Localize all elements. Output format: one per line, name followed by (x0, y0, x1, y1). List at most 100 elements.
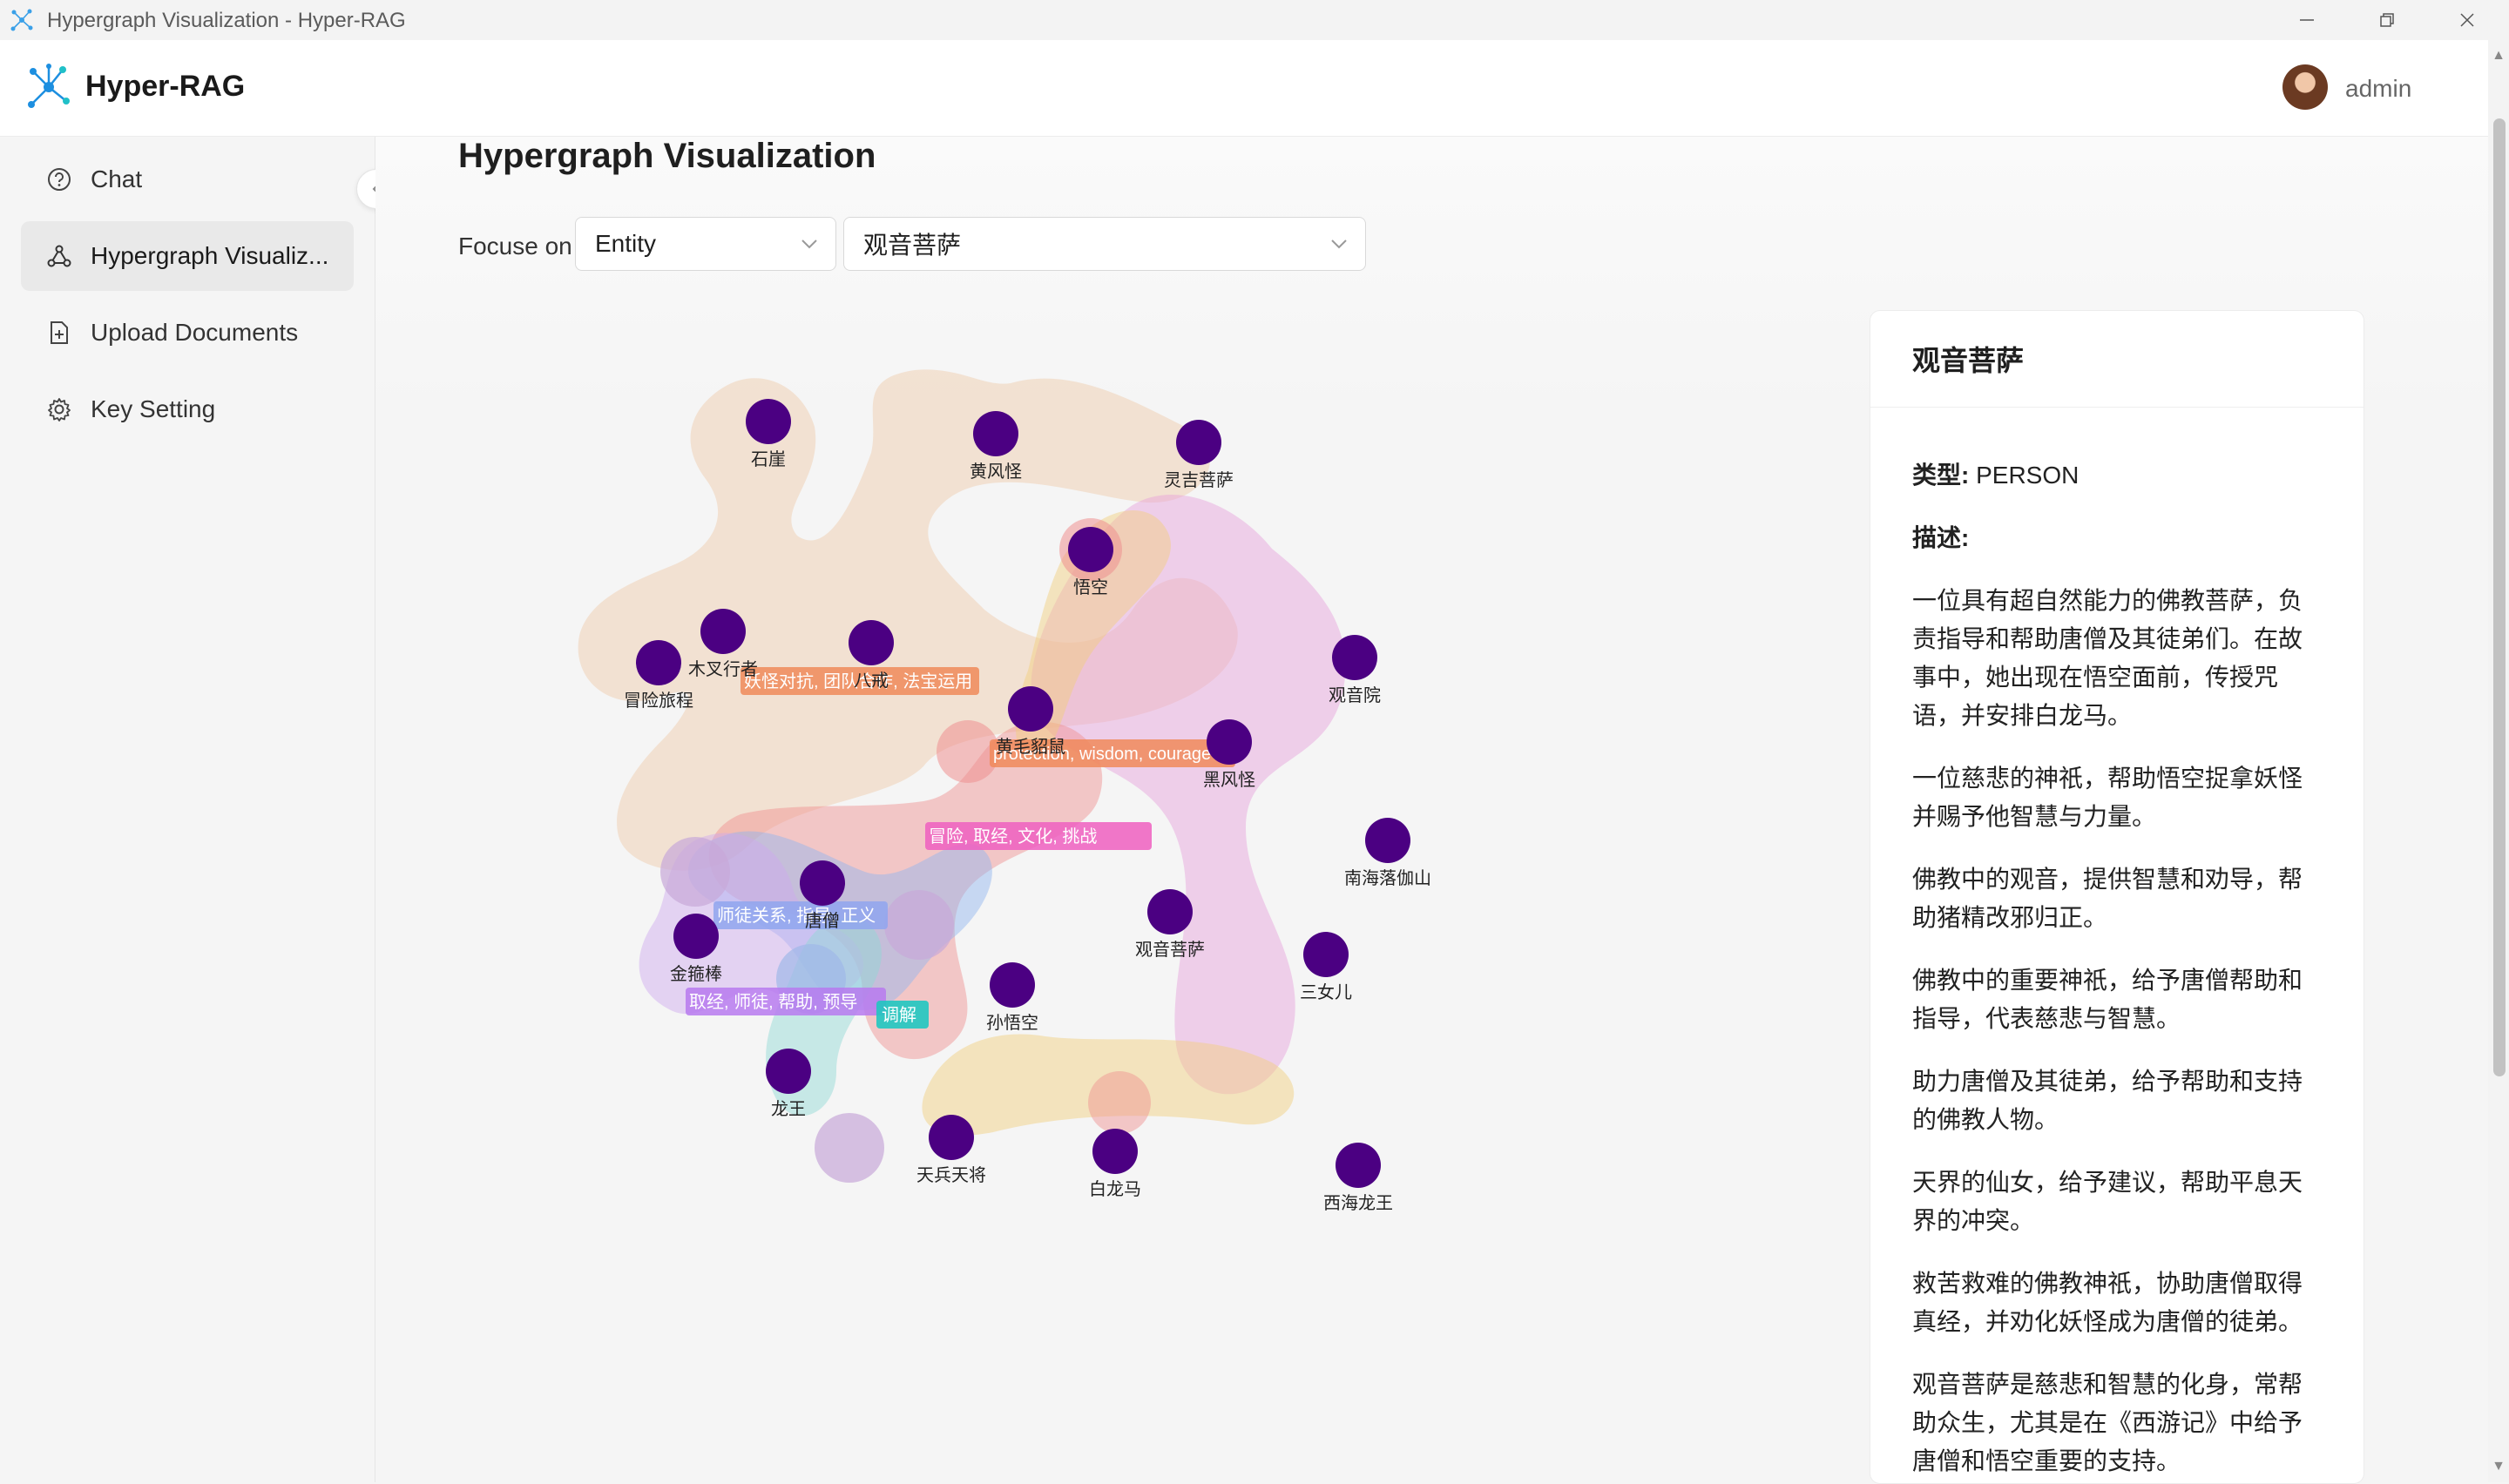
sidebar-item-label: Chat (91, 165, 143, 192)
node-circle[interactable] (700, 609, 746, 654)
graph-node[interactable]: 黄风怪 (970, 411, 1022, 482)
logo-icon (28, 64, 70, 108)
chevron-down-icon (801, 239, 817, 249)
node-label: 孙悟空 (986, 1013, 1038, 1033)
graph-node[interactable]: 八戒 (849, 620, 894, 691)
node-circle[interactable] (1176, 420, 1221, 465)
scroll-up-icon[interactable]: ▲ (2492, 49, 2506, 63)
gear-icon (45, 395, 73, 423)
username[interactable]: admin (2345, 75, 2411, 103)
edge-label: 调解 (882, 1005, 916, 1025)
node-circle[interactable] (1147, 889, 1193, 934)
vertical-scrollbar[interactable]: ▲ ▼ (2488, 40, 2509, 1482)
node-label: 白龙马 (1089, 1179, 1141, 1199)
hypergraph-canvas[interactable]: 妖怪对抗, 团队合作, 法宝运用 protection, wisdom, cou… (575, 348, 2056, 1420)
node-circle[interactable] (1303, 932, 1349, 977)
graph-node[interactable]: 唐僧 (800, 860, 845, 931)
node-label: 石崖 (751, 449, 786, 469)
entity-select[interactable]: 观音菩萨 (843, 217, 1366, 271)
node-circle[interactable] (673, 914, 719, 959)
node-label: 金箍棒 (670, 964, 722, 984)
node-circle[interactable] (1068, 527, 1113, 572)
sidebar-item-key-setting[interactable]: Key Setting (21, 374, 354, 444)
node-label: 黑风怪 (1203, 770, 1255, 790)
node-label: 悟空 (1073, 577, 1108, 597)
sidebar-item-label: Key Setting (91, 395, 216, 422)
node-label: 观音菩萨 (1135, 940, 1205, 960)
avatar[interactable] (2282, 64, 2328, 110)
graph-node[interactable]: 观音院 (1329, 635, 1381, 705)
restore-button[interactable] (2347, 0, 2427, 40)
type-value: PERSON (1976, 462, 2080, 489)
sidebar-item-upload-documents[interactable]: Upload Documents (21, 298, 354, 368)
graph-node[interactable]: 白龙马 (1089, 1129, 1141, 1199)
node-circle[interactable] (636, 640, 681, 685)
scrollbar-thumb[interactable] (2493, 118, 2506, 1076)
node-label: 三女儿 (1300, 982, 1352, 1002)
entity-select-value: 观音菩萨 (863, 232, 962, 259)
scroll-down-icon[interactable]: ▼ (2492, 1460, 2506, 1474)
node-circle[interactable] (1008, 686, 1053, 732)
node-circle[interactable] (766, 1049, 811, 1094)
sidebar-item-chat[interactable]: Chat (21, 145, 354, 214)
window-titlebar: Hypergraph Visualization - Hyper-RAG (0, 0, 2509, 40)
node-label: 唐僧 (805, 911, 840, 931)
app-icon (10, 9, 33, 31)
node-circle[interactable] (1207, 719, 1252, 765)
restore-icon (2380, 13, 2394, 27)
brand-name: Hyper-RAG (85, 70, 246, 103)
close-icon (2460, 13, 2474, 27)
graph-node[interactable]: 金箍棒 (670, 914, 722, 984)
node-label: 观音院 (1329, 685, 1381, 705)
node-circle[interactable] (929, 1115, 974, 1160)
description-paragraph: 天界的仙女，给予建议，帮助平息天界的冲突。 (1912, 1169, 2303, 1234)
description-paragraph: 佛教中的重要神祇，给予唐僧帮助和指导，代表慈悲与智慧。 (1912, 967, 2303, 1032)
app-header: Hyper-RAG admin (0, 40, 2488, 137)
node-circle[interactable] (973, 411, 1018, 456)
graph-node[interactable]: 三女儿 (1300, 932, 1352, 1002)
sidebar-item-label: Hypergraph Visualiz... (91, 242, 329, 269)
description-paragraph: 观音菩萨是慈悲和智慧的化身，常帮助众生，尤其是在《西游记》中给予唐僧和悟空重要的… (1912, 1371, 2303, 1474)
node-circle[interactable] (1332, 635, 1377, 680)
graph-node[interactable]: 石崖 (746, 399, 791, 469)
graph-node[interactable]: 孙悟空 (986, 962, 1038, 1033)
desc-key: 描述: (1912, 524, 1970, 551)
node-circle[interactable] (990, 962, 1035, 1008)
close-button[interactable] (2427, 0, 2507, 40)
window-title: Hypergraph Visualization - Hyper-RAG (47, 9, 406, 32)
node-label: 冒险旅程 (624, 691, 693, 711)
type-key: 类型: (1912, 462, 1970, 489)
minimize-button[interactable] (2267, 0, 2347, 40)
graph-node[interactable]: 南海落伽山 (1344, 818, 1431, 888)
detail-body: 类型: PERSON 描述: 一位具有超自然能力的佛教菩萨，负责指导和帮助唐僧及… (1870, 408, 2364, 1481)
type-select[interactable]: Entity (575, 217, 836, 271)
graph-node[interactable]: 龙王 (766, 1049, 811, 1119)
chevron-down-icon (1331, 239, 1347, 249)
help-circle-icon (45, 165, 73, 193)
type-select-value: Entity (595, 230, 657, 257)
file-add-icon (45, 319, 73, 347)
node-label: 黄风怪 (970, 462, 1022, 482)
node-circle[interactable] (849, 620, 894, 665)
sidebar: Chat Hypergraph Visualiz... Upload Docum… (0, 137, 375, 1482)
node-circle[interactable] (1336, 1143, 1381, 1188)
node-circle[interactable] (1092, 1129, 1138, 1174)
node-circle[interactable] (1365, 818, 1410, 863)
node-label: 龙王 (771, 1099, 806, 1119)
node-circle[interactable] (800, 860, 845, 906)
main-content: Hypergraph Visualization Focuse on Entit… (375, 137, 2488, 1484)
node-label: 天兵天将 (916, 1165, 986, 1185)
edge-label: 冒险, 取经, 文化, 挑战 (929, 826, 1097, 847)
sidebar-item-hypergraph[interactable]: Hypergraph Visualiz... (21, 221, 354, 291)
description-paragraph: 助力唐僧及其徒弟，给予帮助和支持的佛教人物。 (1912, 1068, 2303, 1133)
graph-node[interactable]: 黑风怪 (1203, 719, 1255, 790)
description-paragraph: 一位慈悲的神祇，帮助悟空捉拿妖怪并赐予他智慧与力量。 (1912, 765, 2303, 830)
node-circle[interactable] (746, 399, 791, 444)
sidebar-item-label: Upload Documents (91, 319, 299, 346)
detail-desc-row: 描述: (1912, 519, 2322, 557)
graph-node[interactable]: 西海龙王 (1323, 1143, 1393, 1213)
graph-node[interactable]: 悟空 (1068, 527, 1113, 597)
minimize-icon (2300, 19, 2314, 21)
node-label: 西海龙王 (1323, 1193, 1393, 1213)
focus-label: Focuse on (458, 233, 572, 260)
